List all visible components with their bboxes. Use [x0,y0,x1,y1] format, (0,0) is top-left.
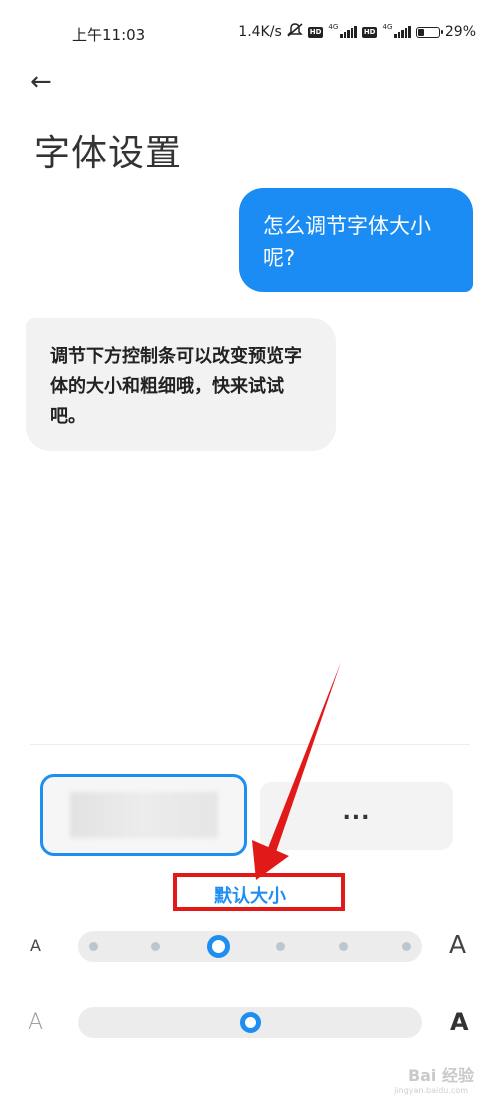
annotation-arrow [252,662,341,880]
watermark-url: jingyan.baidu.com [394,1086,468,1095]
watermark-logo: Bai 经验 [407,1066,474,1085]
